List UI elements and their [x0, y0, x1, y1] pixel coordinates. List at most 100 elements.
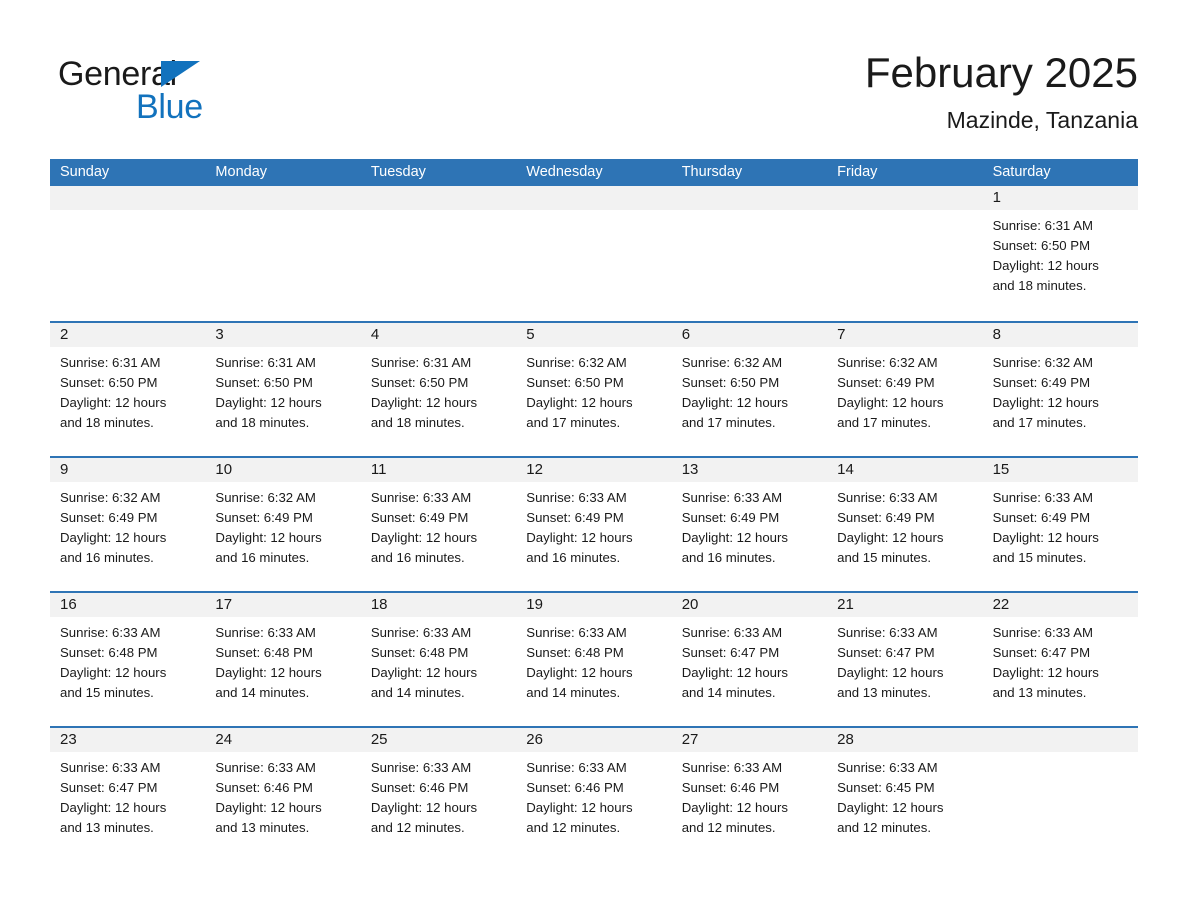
calendar-day-cell[interactable]: 4 Sunrise: 6:31 AM Sunset: 6:50 PM Daylight… [360, 323, 517, 456]
calendar-week-row: 1 Sunrise: 6:31 AM Sunset: 6:50 PM Daylight… [50, 186, 1138, 321]
day-number: 14 [837, 461, 854, 478]
daylight-text-line1: Daylight: 12 hours [837, 800, 944, 815]
calendar-day-cell[interactable]: 18 Sunrise: 6:33 AM Sunset: 6:48 PM Dayligh… [360, 593, 517, 726]
calendar-week-row: 9 Sunrise: 6:32 AM Sunset: 6:49 PM Daylight… [50, 456, 1138, 591]
calendar-day-cell[interactable]: 1 Sunrise: 6:31 AM Sunset: 6:50 PM Daylight… [982, 186, 1138, 321]
daylight-text-line1: Daylight: 12 hours [526, 800, 633, 815]
day-number-band [671, 186, 828, 210]
day-details: Sunrise: 6:31 AM Sunset: 6:50 PM Daylight:… [50, 347, 205, 433]
daylight-text-line2: and 18 minutes. [992, 278, 1087, 293]
day-number-band [982, 728, 1138, 752]
daylight-text-line2: and 17 minutes. [526, 415, 621, 430]
day-details: Sunrise: 6:33 AM Sunset: 6:49 PM Daylight:… [672, 482, 827, 568]
day-number-band: 3 [205, 323, 361, 347]
sunrise-text: Sunrise: 6:31 AM [60, 355, 161, 370]
calendar-day-cell[interactable]: 15 Sunrise: 6:33 AM Sunset: 6:49 PM Dayligh… [982, 458, 1138, 591]
day-number: 17 [215, 596, 233, 613]
day-details: Sunrise: 6:33 AM Sunset: 6:46 PM Daylight:… [516, 752, 671, 838]
daylight-text-line2: and 18 minutes. [60, 415, 154, 430]
calendar-day-cell[interactable]: 10 Sunrise: 6:32 AM Sunset: 6:49 PM Dayligh… [205, 458, 361, 591]
day-details: Sunrise: 6:33 AM Sunset: 6:47 PM Daylight:… [827, 617, 982, 703]
daylight-text-line1: Daylight: 12 hours [370, 395, 478, 410]
day-number: 9 [60, 461, 69, 478]
sunrise-text: Sunrise: 6:33 AM [370, 490, 472, 505]
calendar-empty-cell [827, 186, 983, 321]
sunset-text: Sunset: 6:49 PM [526, 510, 624, 525]
daylight-text-line1: Daylight: 12 hours [681, 800, 788, 815]
calendar-page: General Blue February 2025 Mazinde, Tanz… [0, 0, 1188, 918]
daylight-text-line1: Daylight: 12 hours [215, 800, 322, 815]
day-number-band [360, 186, 517, 210]
calendar-day-cell[interactable]: 11 Sunrise: 6:33 AM Sunset: 6:49 PM Dayligh… [360, 458, 517, 591]
sunrise-text: Sunrise: 6:33 AM [60, 760, 161, 775]
weekday-header-tuesday: Tuesday [370, 164, 426, 180]
day-number: 8 [992, 326, 1001, 343]
day-details: Sunrise: 6:33 AM Sunset: 6:48 PM Daylight:… [205, 617, 360, 703]
calendar-day-cell[interactable]: 5 Sunrise: 6:32 AM Sunset: 6:50 PM Daylight… [516, 323, 672, 456]
calendar-day-cell[interactable]: 28 Sunrise: 6:33 AM Sunset: 6:45 PM Dayligh… [827, 728, 983, 861]
calendar-day-cell[interactable]: 3 Sunrise: 6:31 AM Sunset: 6:50 PM Daylight… [205, 323, 361, 456]
daylight-text-line1: Daylight: 12 hours [60, 800, 167, 815]
calendar-day-cell[interactable]: 25 Sunrise: 6:33 AM Sunset: 6:46 PM Dayligh… [360, 728, 517, 861]
calendar-day-cell[interactable]: 22 Sunrise: 6:33 AM Sunset: 6:47 PM Dayligh… [982, 593, 1138, 726]
calendar-day-cell[interactable]: 8 Sunrise: 6:32 AM Sunset: 6:49 PM Daylight… [982, 323, 1138, 456]
sunset-text: Sunset: 6:49 PM [215, 510, 313, 525]
calendar-day-cell[interactable]: 6 Sunrise: 6:32 AM Sunset: 6:50 PM Daylight… [671, 323, 828, 456]
calendar-empty-cell [50, 186, 206, 321]
sunset-text: Sunset: 6:47 PM [60, 780, 158, 795]
calendar-day-cell[interactable]: 13 Sunrise: 6:33 AM Sunset: 6:49 PM Dayligh… [671, 458, 828, 591]
sunrise-text: Sunrise: 6:33 AM [526, 760, 627, 775]
calendar-grid: Sunday Monday Tuesday Wednesday Thursday Frid… [50, 159, 1138, 861]
day-details: Sunrise: 6:33 AM Sunset: 6:45 PM Daylight:… [827, 752, 982, 838]
calendar-day-cell[interactable]: 12 Sunrise: 6:33 AM Sunset: 6:49 PM Dayligh… [516, 458, 672, 591]
sunrise-text: Sunrise: 6:33 AM [681, 625, 783, 640]
day-number-band: 1 [982, 186, 1138, 210]
location-subtitle: Mazinde, Tanzania [946, 107, 1138, 133]
sunset-text: Sunset: 6:46 PM [215, 780, 313, 795]
day-number: 4 [370, 326, 380, 343]
day-number-band: 18 [360, 593, 517, 617]
sunset-text: Sunset: 6:50 PM [370, 375, 469, 390]
calendar-empty-cell [360, 186, 517, 321]
calendar-day-cell[interactable]: 27 Sunrise: 6:33 AM Sunset: 6:46 PM Dayligh… [671, 728, 828, 861]
daylight-text-line2: and 16 minutes. [60, 550, 154, 565]
sunrise-text: Sunrise: 6:31 AM [370, 355, 472, 370]
day-details: Sunrise: 6:33 AM Sunset: 6:46 PM Daylight:… [205, 752, 360, 838]
daylight-text-line1: Daylight: 12 hours [837, 665, 944, 680]
day-number: 10 [215, 461, 233, 478]
calendar-day-cell[interactable]: 23 Sunrise: 6:33 AM Sunset: 6:47 PM Dayligh… [50, 728, 206, 861]
daylight-text-line2: and 15 minutes. [60, 685, 154, 700]
day-details: Sunrise: 6:33 AM Sunset: 6:49 PM Daylight:… [516, 482, 671, 568]
sunrise-text: Sunrise: 6:33 AM [215, 625, 316, 640]
daylight-text-line2: and 17 minutes. [681, 415, 776, 430]
calendar-day-cell[interactable]: 14 Sunrise: 6:33 AM Sunset: 6:49 PM Dayligh… [827, 458, 983, 591]
generalblue-logo[interactable]: General Blue [58, 54, 358, 134]
calendar-day-cell[interactable]: 7 Sunrise: 6:32 AM Sunset: 6:49 PM Daylight… [827, 323, 983, 456]
daylight-text-line1: Daylight: 12 hours [370, 800, 478, 815]
calendar-day-cell[interactable]: 24 Sunrise: 6:33 AM Sunset: 6:46 PM Dayligh… [205, 728, 361, 861]
calendar-day-cell[interactable]: 26 Sunrise: 6:33 AM Sunset: 6:46 PM Dayligh… [516, 728, 672, 861]
calendar-day-cell[interactable]: 19 Sunrise: 6:33 AM Sunset: 6:48 PM Dayligh… [516, 593, 672, 726]
day-details: Sunrise: 6:33 AM Sunset: 6:49 PM Daylight:… [361, 482, 516, 568]
day-number-band: 11 [360, 458, 517, 482]
calendar-day-cell[interactable]: 9 Sunrise: 6:32 AM Sunset: 6:49 PM Daylight… [50, 458, 206, 591]
day-number-band: 21 [827, 593, 983, 617]
daylight-text-line2: and 13 minutes. [837, 685, 931, 700]
day-number-band: 14 [827, 458, 983, 482]
calendar-day-cell[interactable]: 20 Sunrise: 6:33 AM Sunset: 6:47 PM Dayligh… [671, 593, 828, 726]
day-number: 15 [992, 461, 1010, 478]
day-number-band [516, 186, 672, 210]
calendar-day-cell[interactable]: 17 Sunrise: 6:33 AM Sunset: 6:48 PM Dayligh… [205, 593, 361, 726]
day-number-band: 2 [50, 323, 206, 347]
day-details: Sunrise: 6:33 AM Sunset: 6:46 PM Daylight:… [672, 752, 827, 838]
calendar-day-cell[interactable]: 16 Sunrise: 6:33 AM Sunset: 6:48 PM Dayligh… [50, 593, 206, 726]
day-number-band: 6 [671, 323, 828, 347]
weekday-header-friday: Friday [837, 164, 878, 180]
calendar-day-cell[interactable]: 21 Sunrise: 6:33 AM Sunset: 6:47 PM Dayligh… [827, 593, 983, 726]
day-number-band: 20 [671, 593, 828, 617]
calendar-day-cell[interactable]: 2 Sunrise: 6:31 AM Sunset: 6:50 PM Daylight… [50, 323, 206, 456]
day-number-band: 16 [50, 593, 206, 617]
daylight-text-line2: and 13 minutes. [60, 820, 154, 835]
calendar-week-row: 23 Sunrise: 6:33 AM Sunset: 6:47 PM Dayligh… [50, 726, 1138, 861]
daylight-text-line2: and 17 minutes. [837, 415, 931, 430]
